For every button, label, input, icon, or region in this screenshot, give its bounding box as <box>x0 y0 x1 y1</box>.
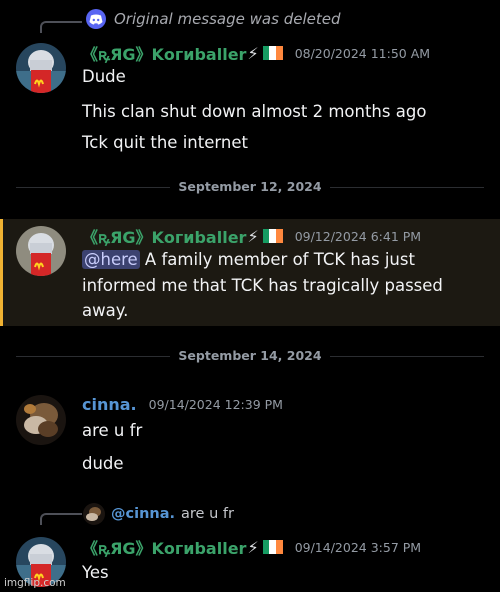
reply-mention[interactable]: @cinna. <box>111 506 175 522</box>
irish-flag-icon <box>262 46 283 60</box>
message-text: A family member of TCK has just <box>139 250 415 269</box>
reply-deleted-preview[interactable]: Original message was deleted <box>86 9 340 29</box>
message-line: Yes <box>82 563 109 582</box>
deleted-message-text: Original message was deleted <box>114 10 341 28</box>
username[interactable]: 《ꝶЯG》Kогиballer <box>82 224 246 248</box>
message-header: cinna. 09/14/2024 12:39 PM <box>82 395 283 414</box>
discord-logo-icon <box>86 9 106 29</box>
message-line: away. <box>82 301 129 320</box>
timestamp[interactable]: 09/14/2024 12:39 PM <box>149 397 283 412</box>
lightning-bolt-icon: ⚡ <box>247 226 259 246</box>
message-line: This clan shut down almost 2 months ago <box>82 102 427 121</box>
message-line: informed me that TCK has tragically pass… <box>82 276 443 295</box>
timestamp[interactable]: 08/20/2024 11:50 AM <box>295 46 430 61</box>
avatar-cinna <box>83 503 105 525</box>
message-line: are u fr <box>82 421 143 440</box>
avatar-koruballer[interactable] <box>16 226 66 276</box>
reply-spine <box>40 513 82 525</box>
message-header: 《ꝶЯG》Kогиballer ⚡ 08/20/2024 11:50 AM <box>82 41 430 65</box>
date-divider-label: September 14, 2024 <box>170 348 330 363</box>
date-divider: September 14, 2024 <box>0 348 500 363</box>
here-mention[interactable]: @here <box>82 250 140 269</box>
avatar-koruballer[interactable] <box>16 43 66 93</box>
date-divider-label: September 12, 2024 <box>170 179 330 194</box>
watermark: imgflip.com <box>4 577 66 589</box>
message-header: 《ꝶЯG》Kогиballer ⚡ 09/14/2024 3:57 PM <box>82 535 421 559</box>
reply-preview[interactable]: @cinna. are u fr <box>83 503 234 525</box>
date-divider: September 12, 2024 <box>0 179 500 194</box>
message-header: 《ꝶЯG》Kогиballer ⚡ 09/12/2024 6:41 PM <box>82 224 421 248</box>
message-line: Dude <box>82 67 126 86</box>
username[interactable]: 《ꝶЯG》Kогиballer <box>82 535 246 559</box>
avatar-cinna[interactable] <box>16 395 66 445</box>
lightning-bolt-icon: ⚡ <box>247 43 259 63</box>
timestamp[interactable]: 09/12/2024 6:41 PM <box>295 229 421 244</box>
lightning-bolt-icon: ⚡ <box>247 537 259 557</box>
reply-spine <box>40 21 82 33</box>
message-line: dude <box>82 454 124 473</box>
timestamp[interactable]: 09/14/2024 3:57 PM <box>295 540 421 555</box>
irish-flag-icon <box>262 540 283 554</box>
username[interactable]: 《ꝶЯG》Kогиballer <box>82 41 246 65</box>
message-line: @here A family member of TCK has just <box>82 250 415 269</box>
username[interactable]: cinna. <box>82 395 137 414</box>
irish-flag-icon <box>262 229 283 243</box>
reply-text: are u fr <box>181 506 234 522</box>
message-line: Tck quit the internet <box>82 133 248 152</box>
